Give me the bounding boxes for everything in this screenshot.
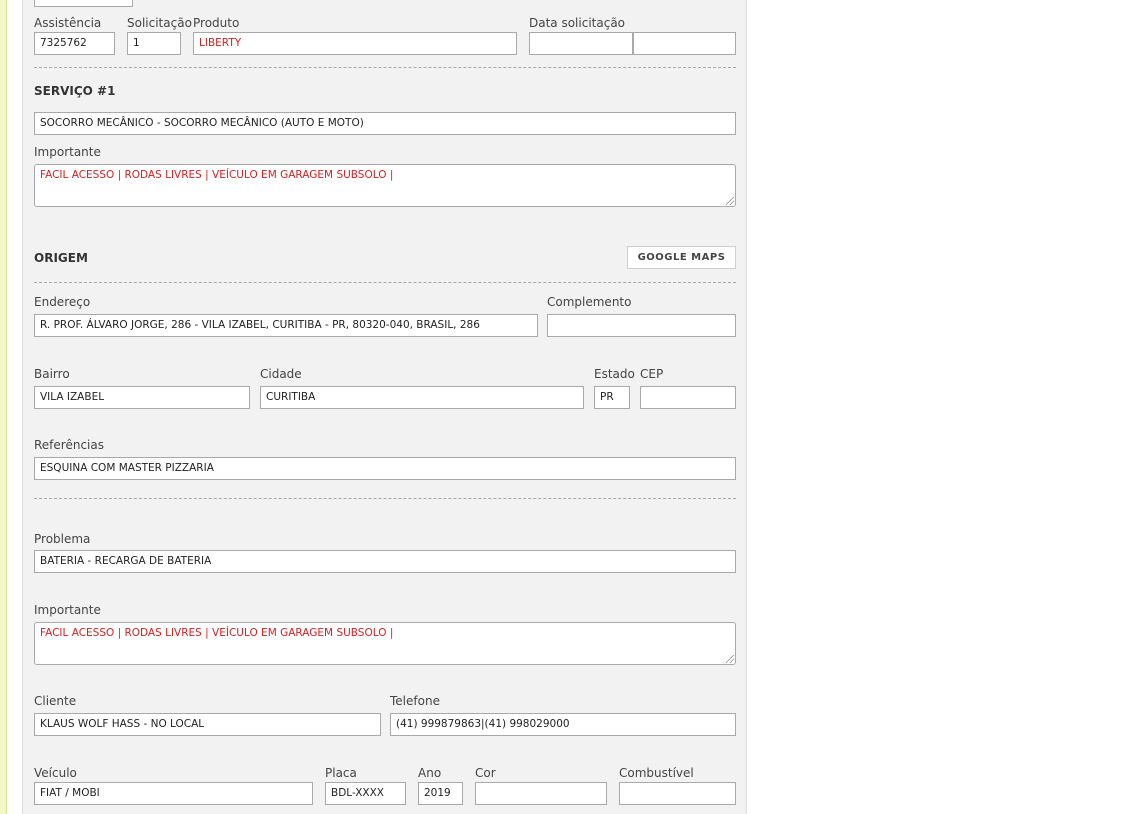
assistencia-label: Assistência <box>34 16 102 30</box>
cliente-field[interactable]: KLAUS WOLF HASS - NO LOCAL <box>34 713 381 736</box>
cliente-label: Cliente <box>34 694 77 708</box>
cep-label: CEP <box>640 367 664 381</box>
bairro-label: Bairro <box>34 367 70 381</box>
endereco-field[interactable]: R. PROF. ÁLVARO JORGE, 286 - VILA IZABEL… <box>34 314 538 337</box>
top-cropped-field[interactable] <box>34 0 133 7</box>
google-maps-button[interactable]: GOOGLE MAPS <box>627 246 736 269</box>
placa-field[interactable]: BDL-XXXX <box>325 782 406 805</box>
divider <box>34 498 736 499</box>
veiculo-label: Veículo <box>34 766 77 780</box>
resize-grip-icon[interactable] <box>726 655 734 663</box>
referencias-field[interactable]: ESQUINA COM MASTER PIZZARIA <box>34 457 736 480</box>
produto-field[interactable]: LIBERTY <box>193 32 517 55</box>
problema-importante-text: FACIL ACESSO | RODAS LIVRES | VEÍCULO EM… <box>40 627 394 639</box>
servico-importante-text: FACIL ACESSO | RODAS LIVRES | VEÍCULO EM… <box>40 169 394 181</box>
assistencia-field[interactable]: 7325762 <box>34 32 115 55</box>
ano-label: Ano <box>418 766 442 780</box>
complemento-label: Complemento <box>547 295 632 309</box>
cidade-field[interactable]: CURITIBA <box>260 386 584 409</box>
problema-field[interactable]: BATERIA - RECARGA DE BATERIA <box>34 550 736 573</box>
combustivel-label: Combustível <box>619 766 694 780</box>
left-sidebar-strip <box>0 0 7 814</box>
problema-label: Problema <box>34 532 91 546</box>
telefone-label: Telefone <box>390 694 440 708</box>
complemento-field[interactable] <box>547 314 736 337</box>
data-solicitacao-date-field[interactable] <box>529 32 633 55</box>
data-solicitacao-label: Data solicitação <box>529 16 626 30</box>
cep-field[interactable] <box>640 386 736 409</box>
solicitacao-label: Solicitação <box>127 16 192 30</box>
servico-importante-label: Importante <box>34 145 101 159</box>
data-solicitacao-time-field[interactable] <box>633 32 736 55</box>
bairro-field[interactable]: VILA IZABEL <box>34 386 250 409</box>
veiculo-field[interactable]: FIAT / MOBI <box>34 782 313 805</box>
produto-label: Produto <box>193 16 240 30</box>
divider <box>34 67 736 68</box>
resize-grip-icon[interactable] <box>726 197 734 205</box>
servico-description-field[interactable]: SOCORRO MECÂNICO - SOCORRO MECÂNICO (AUT… <box>34 112 736 135</box>
cor-field[interactable] <box>475 782 607 805</box>
cor-label: Cor <box>475 766 496 780</box>
problema-importante-textarea[interactable]: FACIL ACESSO | RODAS LIVRES | VEÍCULO EM… <box>34 622 736 665</box>
ano-field[interactable]: 2019 <box>418 782 463 805</box>
telefone-field[interactable]: (41) 999879863|(41) 998029000 <box>390 713 736 736</box>
origem-title: ORIGEM <box>34 251 88 265</box>
divider <box>34 282 736 283</box>
placa-label: Placa <box>325 766 357 780</box>
referencias-label: Referências <box>34 438 104 452</box>
cidade-label: Cidade <box>260 367 302 381</box>
estado-field[interactable]: PR <box>594 386 630 409</box>
servico-importante-textarea[interactable]: FACIL ACESSO | RODAS LIVRES | VEÍCULO EM… <box>34 164 736 207</box>
combustivel-field[interactable] <box>619 782 736 805</box>
solicitacao-field[interactable]: 1 <box>127 32 181 55</box>
problema-importante-label: Importante <box>34 603 101 617</box>
endereco-label: Endereço <box>34 295 91 309</box>
servico-title: SERVIÇO #1 <box>34 84 116 98</box>
estado-label: Estado <box>594 367 635 381</box>
